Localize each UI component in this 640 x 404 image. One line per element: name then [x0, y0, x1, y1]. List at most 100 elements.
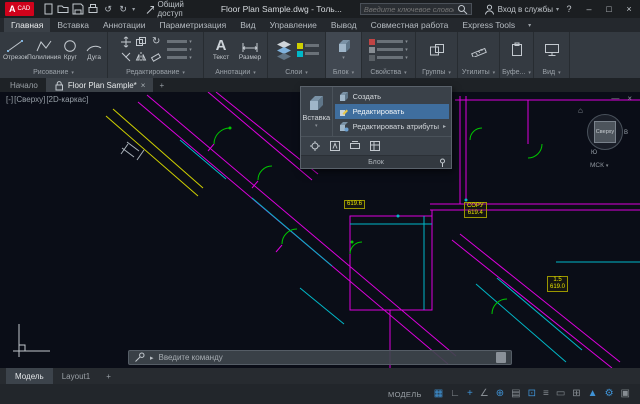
isolate-objects-icon[interactable]: ▣	[621, 389, 630, 399]
lineweight-dropdown-row[interactable]: ▾	[369, 47, 408, 53]
new-drawing-tab-button[interactable]: +	[153, 78, 170, 92]
panel-draw-title[interactable]: Рисование▾	[0, 67, 107, 78]
ucs-dropdown[interactable]: МСК ▾	[590, 162, 608, 169]
command-input[interactable]: Введите команду	[159, 353, 223, 362]
grid-icon[interactable]: ▦	[434, 389, 443, 399]
insert-block-button[interactable]: Вставка ▾	[301, 87, 333, 136]
room-tag[interactable]: СОРУ619.4	[464, 202, 487, 218]
modify-dropdown-row[interactable]: ▾	[167, 47, 192, 53]
redo-icon[interactable]: ↻	[117, 3, 129, 15]
panel-properties-title[interactable]: Свойства▾	[362, 67, 415, 78]
trim-icon[interactable]	[120, 51, 132, 63]
doc-tab-start[interactable]: Начало	[2, 78, 46, 92]
arc-tool-button[interactable]: Дуга	[84, 39, 104, 61]
panel-groups-title[interactable]: Группы▾	[416, 67, 457, 78]
room-tag[interactable]: 1.5619.0	[547, 276, 568, 292]
maximize-button[interactable]: □	[603, 4, 615, 14]
workspace-icon[interactable]: ⚙	[605, 389, 614, 399]
share-button[interactable]: Общий доступ	[145, 0, 203, 18]
layer-dropdown-row[interactable]	[297, 51, 319, 57]
color-dropdown-row[interactable]: ▾	[369, 39, 408, 45]
viewport-menu-control[interactable]: [-]	[6, 95, 13, 104]
new-layout-button[interactable]: +	[99, 368, 118, 384]
panel-layers-title[interactable]: Слои▾	[268, 67, 325, 78]
menu-item-edit-block[interactable]: Редактировать	[335, 104, 449, 119]
object-snap-icon[interactable]: ⊡	[528, 389, 536, 399]
measure-icon[interactable]	[471, 43, 487, 57]
open-file-icon[interactable]	[57, 3, 69, 15]
panel-block-title[interactable]: Блок▾	[326, 67, 361, 78]
dimension-tool-button[interactable]: Размер	[238, 39, 263, 61]
layout-tab-model[interactable]: Модель	[6, 368, 53, 384]
tab-home[interactable]: Главная	[4, 18, 50, 32]
polyline-tool-button[interactable]: Полилиния	[32, 39, 57, 61]
layers-icon[interactable]	[275, 40, 293, 60]
tab-output[interactable]: Вывод	[324, 18, 364, 32]
tab-express-tools[interactable]: Express Tools	[455, 18, 522, 32]
block-flyout-footer[interactable]: Блок	[301, 155, 451, 168]
erase-icon[interactable]	[150, 51, 162, 63]
panel-modify-title[interactable]: Редактирование▾	[108, 67, 203, 78]
panel-annotation-title[interactable]: Аннотации▾	[204, 67, 267, 78]
tab-annotate[interactable]: Аннотации	[96, 18, 153, 32]
viewport-visual-style-control[interactable]: [2D-каркас]	[46, 95, 88, 104]
tab-parametric[interactable]: Параметризация	[152, 18, 233, 32]
panel-utilities-title[interactable]: Утилиты▾	[458, 67, 499, 78]
room-tag[interactable]: 619.6	[344, 200, 365, 209]
selection-cycling-icon[interactable]: ⊞	[572, 389, 580, 399]
navbar-close-icon[interactable]: ×	[627, 94, 632, 103]
set-base-point-icon[interactable]	[309, 140, 321, 152]
text-tool-button[interactable]: A Текст	[209, 38, 234, 61]
doc-tab-floor-plan[interactable]: Floor Plan Sample* ×	[46, 78, 154, 92]
autocad-logo[interactable]: A CAD	[5, 2, 34, 16]
linetype-dropdown-row[interactable]: ▾	[369, 55, 408, 61]
signin-button[interactable]: Вход в службы ▾	[484, 4, 559, 15]
dynamic-input-icon[interactable]: +	[467, 389, 473, 399]
plot-icon[interactable]	[87, 3, 99, 15]
groups-icon[interactable]	[429, 43, 445, 57]
modify-dropdown-row[interactable]: ▾	[167, 55, 192, 61]
attribute-sync-icon[interactable]	[349, 140, 361, 152]
snap-mode-icon[interactable]: ∟	[450, 389, 460, 399]
ortho-icon[interactable]: ∠	[480, 389, 489, 399]
help-icon[interactable]: ?	[563, 4, 575, 14]
viewcube-east-label[interactable]: В	[624, 130, 628, 136]
copy-icon[interactable]	[135, 36, 147, 48]
search-input[interactable]	[364, 5, 454, 14]
space-indicator[interactable]: МОДЕЛЬ	[388, 390, 422, 399]
customize-icon[interactable]	[134, 352, 145, 363]
menu-item-create-block[interactable]: Создать	[335, 89, 449, 104]
command-line[interactable]: ▸ Введите команду	[128, 350, 512, 365]
undo-icon[interactable]: ↺	[102, 3, 114, 15]
clipboard-icon[interactable]	[510, 42, 524, 57]
pin-icon[interactable]	[438, 158, 447, 168]
mirror-icon[interactable]	[135, 51, 147, 63]
tab-manage[interactable]: Управление	[263, 18, 324, 32]
close-button[interactable]: ×	[623, 4, 635, 14]
viewcube[interactable]: ⌂ Сверху Ю В МСК ▾	[582, 106, 628, 176]
layout-tab-layout1[interactable]: Layout1	[53, 368, 99, 384]
isodraft-icon[interactable]: ▤	[511, 389, 520, 399]
viewcube-home-icon[interactable]: ⌂	[578, 106, 583, 115]
line-tool-button[interactable]: Отрезок	[3, 39, 28, 61]
viewport-view-control[interactable]: [Сверху]	[14, 95, 45, 104]
modify-dropdown-row[interactable]: ▾	[167, 39, 192, 45]
block-panel-caret-icon[interactable]: ▾	[342, 55, 345, 61]
doc-tab-close-icon[interactable]: ×	[141, 81, 146, 90]
move-icon[interactable]	[120, 36, 132, 48]
lineweight-icon[interactable]: ≡	[543, 389, 549, 399]
menu-item-edit-attributes[interactable]: Редактировать атрибуты ▸	[335, 119, 449, 134]
panel-view-title[interactable]: Вид▾	[534, 67, 569, 78]
qat-menu-caret-icon[interactable]: ▾	[132, 6, 135, 13]
navbar-minimize-icon[interactable]: —	[611, 94, 619, 103]
new-file-icon[interactable]	[42, 3, 54, 15]
command-line-handle[interactable]	[496, 352, 506, 363]
viewcube-south-label[interactable]: Ю	[591, 150, 597, 156]
transparency-icon[interactable]: ▭	[556, 389, 565, 399]
annotation-scale-icon[interactable]: ▲	[588, 389, 598, 399]
panel-clipboard-title[interactable]: Буфе...▾	[500, 67, 533, 78]
circle-tool-button[interactable]: Круг	[61, 39, 81, 61]
viewcube-top-face[interactable]: Сверху	[594, 121, 616, 143]
rotate-icon[interactable]: ↻	[152, 37, 160, 47]
tab-insert[interactable]: Вставка	[50, 18, 96, 32]
